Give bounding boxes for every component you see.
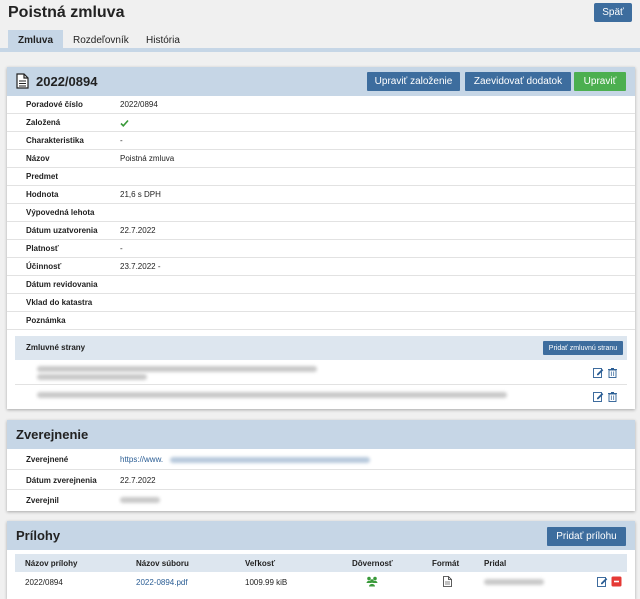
redacted-text [37,366,317,372]
field-label: Poradové číslo [26,100,83,109]
column-header: Názov súboru [136,559,189,568]
back-button[interactable]: Späť [594,3,632,22]
field-label: Účinnosť [26,262,62,271]
field-row-cadastre: Vklad do katastra [7,294,635,312]
pdf-file-icon [443,576,452,587]
table-header: Názov prílohy Názov súboru Veľkosť Dôver… [15,554,627,572]
redacted-text [170,457,370,463]
tab-distribution[interactable]: Rozdeľovník [63,30,139,52]
check-icon [120,119,129,127]
field-value: 2022/0894 [120,100,158,109]
field-row-value: Hodnota 21,6 s DPH [7,186,635,204]
field-label: Dátum revidovania [26,280,98,289]
field-label: Dátum zverejnenia [26,476,97,485]
field-value: 22.7.2022 [120,476,156,485]
attachments-title: Prílohy [16,528,61,543]
column-header: Dôvernosť [352,559,393,568]
attachment-file-link[interactable]: 2022-0894.pdf [136,578,188,587]
attachment-size: 1009.99 kiB [245,578,288,587]
field-value: Poistná zmluva [120,154,175,163]
redacted-text [120,497,160,503]
published-link[interactable]: https://www. [120,455,163,464]
field-label: Zverejnil [26,496,59,505]
delete-icon[interactable] [611,576,622,587]
tab-bar: Zmluva Rozdeľovník História [0,28,640,52]
publication-title: Zverejnenie [16,427,89,442]
edit-icon[interactable] [593,367,604,378]
list-item [15,360,627,385]
field-value: 23.7.2022 - [120,262,161,271]
edit-button[interactable]: Upraviť [574,72,626,91]
field-label: Poznámka [26,316,66,325]
field-label: Názov [26,154,50,163]
field-row-published: Zverejnené https://www. [7,449,635,470]
column-header: Formát [432,559,460,568]
field-row-name: Názov Poistná zmluva [7,150,635,168]
top-bar: Poistná zmluva Späť [0,0,640,28]
field-row-subject: Predmet [7,168,635,186]
page-title: Poistná zmluva [8,4,125,21]
add-amendment-button[interactable]: Zaevidovať dodatok [465,72,571,91]
field-label: Platnosť [26,244,59,253]
field-label: Založená [26,118,61,127]
redacted-text [484,579,544,585]
field-row-effect: Účinnosť 23.7.2022 - [7,258,635,276]
column-header: Veľkosť [245,559,276,568]
add-party-button[interactable]: Pridať zmluvnú stranu [543,341,623,355]
trash-icon[interactable] [607,367,618,378]
field-label: Predmet [26,172,59,181]
field-value: 21,6 s DPH [120,190,161,199]
field-row-conclusion-date: Dátum uzatvorenia 22.7.2022 [7,222,635,240]
attachment-name: 2022/0894 [25,578,63,587]
edit-icon[interactable] [593,391,604,402]
column-header: Pridal [484,559,507,568]
field-value: - [120,136,123,145]
parties-label: Zmluvné strany [26,343,86,352]
parties-header: Zmluvné strany Pridať zmluvnú stranu [15,336,627,360]
field-label: Hodnota [26,190,59,199]
publication-header: Zverejnenie [7,420,635,449]
add-attachment-button[interactable]: Pridať prílohu [547,527,626,546]
field-value: - [120,244,123,253]
attachments-header: Prílohy Pridať prílohu [7,521,635,550]
trash-icon[interactable] [607,391,618,402]
tab-history[interactable]: História [136,30,190,52]
publication-panel: Zverejnenie Zverejnené https://www. Dátu… [7,420,635,511]
field-row-note: Poznámka [7,312,635,330]
redacted-text [37,392,507,398]
field-label: Vklad do katastra [26,298,93,307]
users-icon [366,576,378,587]
field-row-filed: Založená [7,114,635,132]
table-row: 2022/0894 2022-0894.pdf 1009.99 kiB [15,572,627,592]
attachments-panel: Prílohy Pridať prílohu Názov prílohy Náz… [7,521,635,599]
column-header: Názov prílohy [25,559,78,568]
field-label: Dátum uzatvorenia [26,226,98,235]
field-label: Zverejnené [26,455,69,464]
contract-panel: 2022/0894 Upraviť založenie Zaevidovať d… [7,67,635,409]
field-row-notice-period: Výpovedná lehota [7,204,635,222]
field-label: Výpovedná lehota [26,208,95,217]
field-value: 22.7.2022 [120,226,156,235]
document-icon [16,73,29,89]
contract-number: 2022/0894 [36,74,98,89]
field-row-order-number: Poradové číslo 2022/0894 [7,96,635,114]
field-label: Charakteristika [26,136,84,145]
edit-filing-button[interactable]: Upraviť založenie [367,72,460,91]
field-row-revision-date: Dátum revidovania [7,276,635,294]
edit-icon[interactable] [597,576,608,587]
list-item [15,385,627,405]
field-row-characteristic: Charakteristika - [7,132,635,150]
contract-fields: Poradové číslo 2022/0894 Založená Charak… [7,96,635,330]
contract-header: 2022/0894 Upraviť založenie Zaevidovať d… [7,67,635,96]
redacted-text [37,374,147,380]
field-row-publication-date: Dátum zverejnenia 22.7.2022 [7,470,635,490]
tab-contract[interactable]: Zmluva [8,30,64,52]
field-row-published-by: Zverejnil [7,490,635,511]
field-row-validity: Platnosť - [7,240,635,258]
